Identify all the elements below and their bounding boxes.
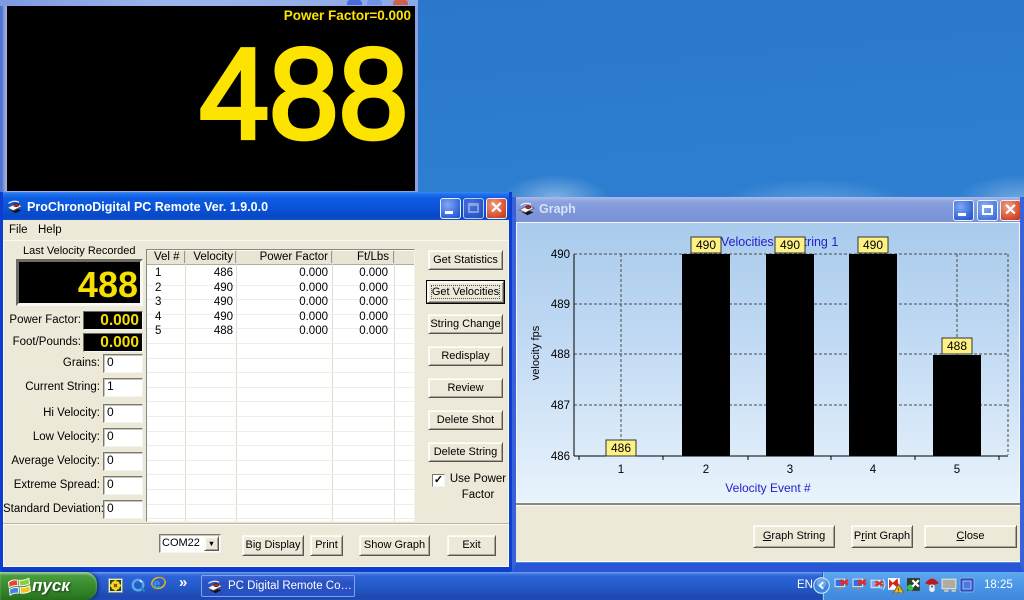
svg-text:Velocity Event #: Velocity Event # — [725, 481, 811, 495]
svg-text:490: 490 — [696, 238, 716, 252]
svg-text:1: 1 — [618, 464, 624, 476]
svg-text:5: 5 — [954, 464, 960, 476]
svg-text:487: 487 — [551, 400, 570, 412]
svg-text:486: 486 — [611, 441, 631, 455]
svg-text:490: 490 — [551, 249, 570, 261]
svg-text:489: 489 — [551, 299, 570, 311]
svg-text:4: 4 — [870, 464, 877, 476]
svg-text:490: 490 — [863, 238, 883, 252]
svg-text:488: 488 — [551, 349, 570, 361]
svg-text:486: 486 — [551, 451, 570, 463]
svg-text:velocity fps: velocity fps — [530, 325, 542, 380]
svg-text:490: 490 — [780, 238, 800, 252]
svg-text:488: 488 — [947, 339, 967, 353]
svg-text:2: 2 — [703, 464, 709, 476]
svg-text:3: 3 — [787, 464, 793, 476]
svg-text:!: ! — [898, 587, 900, 593]
